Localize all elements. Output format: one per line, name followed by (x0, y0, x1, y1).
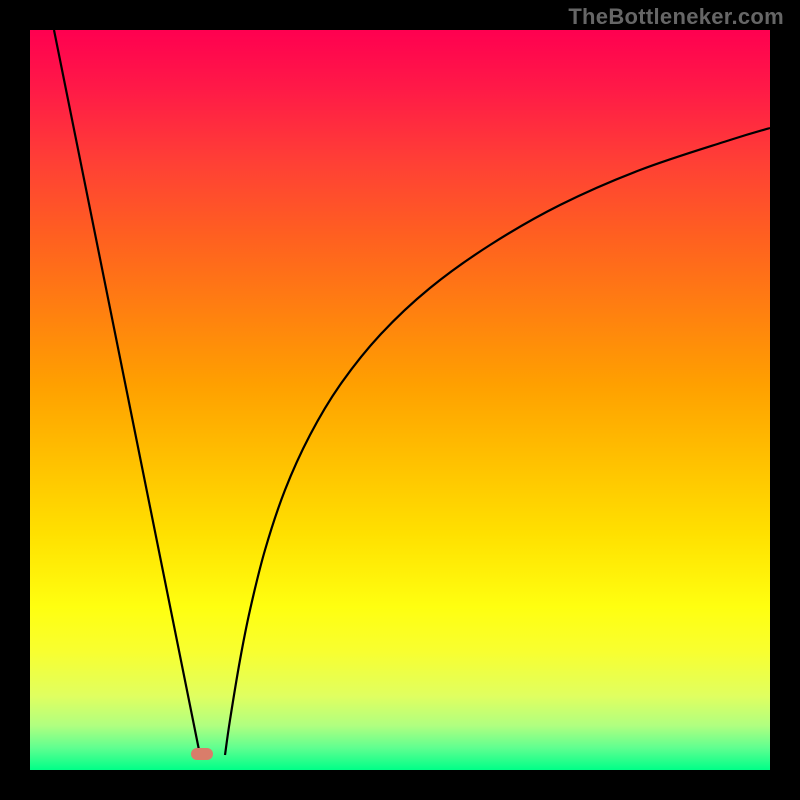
curve-svg (30, 30, 770, 770)
chart-container: TheBottleneker.com (0, 0, 800, 800)
minimum-marker (191, 748, 213, 760)
plot-area (30, 30, 770, 770)
curve-right-branch (225, 128, 770, 755)
watermark-text: TheBottleneker.com (568, 4, 784, 30)
curve-left-branch (54, 30, 200, 755)
